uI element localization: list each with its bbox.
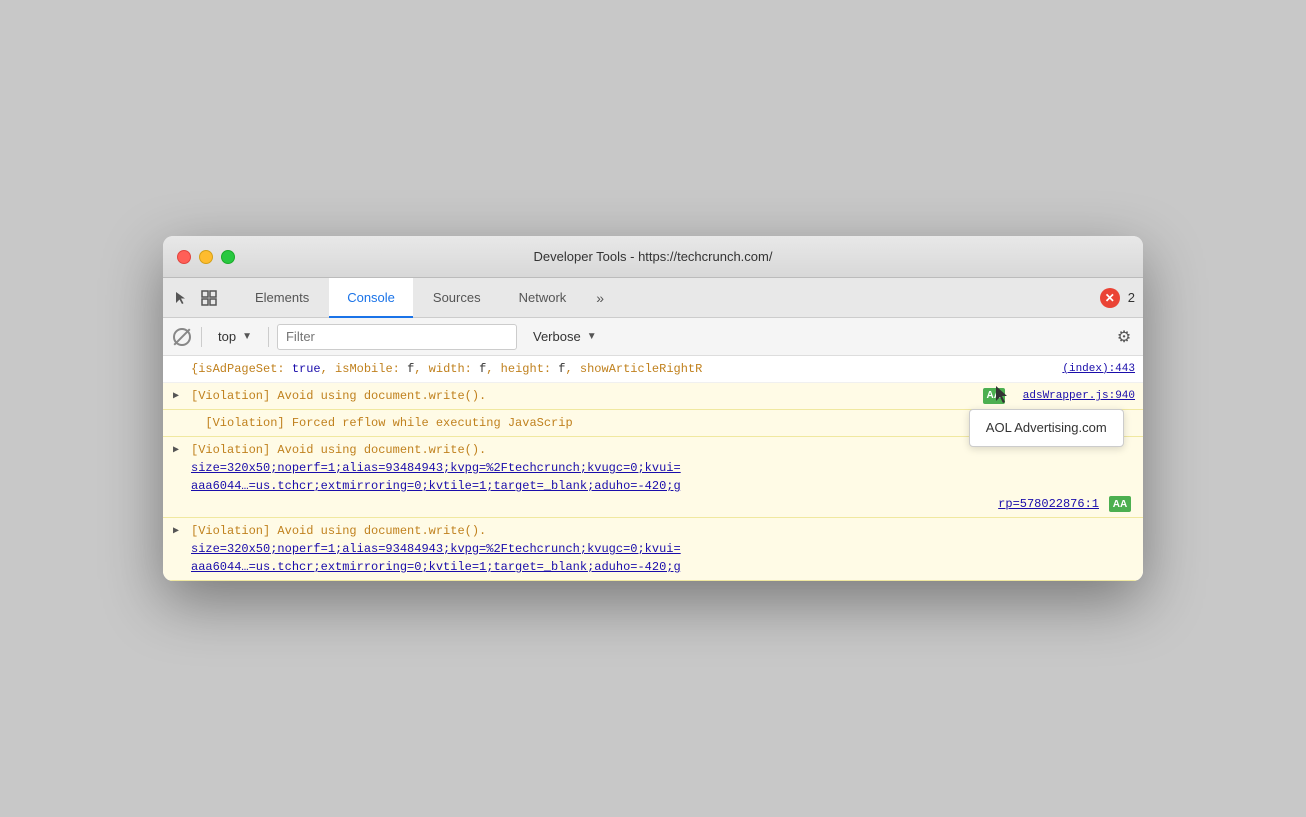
close-button[interactable]: [177, 250, 191, 264]
source-area: AA AOL Advertising.com adsWrapper.js:940: [979, 387, 1135, 405]
ban-icon: [173, 328, 191, 346]
source-ref-link[interactable]: rp=578022876:1: [998, 495, 1099, 513]
toolbar-icons: [171, 278, 219, 317]
window-title: Developer Tools - https://techcrunch.com…: [534, 249, 773, 264]
console-line-violation-3: ▶ [Violation] Avoid using document.write…: [163, 518, 1143, 581]
aa-badge-2[interactable]: AA: [1109, 496, 1131, 512]
context-dropdown-arrow: ▼: [242, 331, 252, 342]
tab-console[interactable]: Console: [329, 278, 413, 318]
inspect-icon[interactable]: [199, 288, 219, 308]
sub-line-link-2[interactable]: aaa6044…=us.tchcr;extmirroring=0;kvtile=…: [191, 479, 681, 493]
devtools-window: Developer Tools - https://techcrunch.com…: [163, 236, 1143, 581]
source-ref-line: rp=578022876:1 AA: [191, 495, 1135, 513]
tab-bar-right: ✕ 2: [1100, 278, 1135, 317]
minimize-button[interactable]: [199, 250, 213, 264]
tab-bar: Elements Console Sources Network » ✕ 2: [163, 278, 1143, 318]
tab-elements[interactable]: Elements: [237, 278, 327, 318]
toolbar-divider: [201, 327, 202, 347]
error-count: 2: [1128, 290, 1135, 305]
more-tabs-button[interactable]: »: [586, 278, 614, 317]
title-bar: Developer Tools - https://techcrunch.com…: [163, 236, 1143, 278]
tab-sources[interactable]: Sources: [415, 278, 499, 318]
console-line-violation-2: ▶ [Violation] Avoid using document.write…: [163, 437, 1143, 518]
cursor-icon[interactable]: [171, 288, 191, 308]
toggle-arrow-2[interactable]: ▶: [173, 443, 179, 458]
verbose-dropdown-arrow: ▼: [587, 331, 597, 342]
maximize-button[interactable]: [221, 250, 235, 264]
cursor-overlay: [993, 385, 1009, 405]
sub-line-1: size=320x50;noperf=1;alias=93484943;kvpg…: [191, 459, 1135, 477]
settings-button[interactable]: ⚙: [1113, 326, 1135, 348]
verbose-selector[interactable]: Verbose ▼: [525, 325, 605, 348]
console-text: [Violation] Avoid using document.write()…: [191, 387, 979, 405]
error-close-icon[interactable]: ✕: [1100, 288, 1120, 308]
source-link[interactable]: adsWrapper.js:940: [1013, 388, 1135, 405]
line-wrapper: {isAdPageSet: true, isMobile: f, width: …: [191, 360, 1135, 378]
console-text-3: [Violation] Avoid using document.write()…: [191, 522, 486, 540]
tab-network[interactable]: Network: [501, 278, 585, 318]
sub-line-link[interactable]: size=320x50;noperf=1;alias=93484943;kvpg…: [191, 461, 681, 475]
filter-input[interactable]: [277, 324, 517, 350]
sub-line-3: size=320x50;noperf=1;alias=93484943;kvpg…: [191, 540, 1135, 558]
line-wrapper-3: [Violation] Avoid using document.write()…: [191, 522, 1135, 540]
sub-line-link-4[interactable]: aaa6044…=us.tchcr;extmirroring=0;kvtile=…: [191, 560, 681, 574]
context-selector[interactable]: top ▼: [210, 325, 260, 348]
multi-line-block: [Violation] Avoid using document.write()…: [191, 441, 1135, 513]
clear-console-button[interactable]: [171, 326, 193, 348]
console-text: [Violation] Avoid using document.write()…: [191, 441, 486, 459]
toggle-arrow[interactable]: ▶: [173, 389, 179, 404]
line-source[interactable]: (index):443: [1052, 361, 1135, 378]
toggle-arrow-3[interactable]: ▶: [173, 524, 179, 539]
console-text: {isAdPageSet: true, isMobile: f, width: …: [191, 360, 1052, 378]
console-output: {isAdPageSet: true, isMobile: f, width: …: [163, 356, 1143, 581]
sub-line-link-3[interactable]: size=320x50;noperf=1;alias=93484943;kvpg…: [191, 542, 681, 556]
console-toolbar: top ▼ Verbose ▼ ⚙: [163, 318, 1143, 356]
toolbar-divider-2: [268, 327, 269, 347]
aa-badge-wrapper: AA AOL Advertising.com: [979, 387, 1009, 405]
sub-line-4: aaa6044…=us.tchcr;extmirroring=0;kvtile=…: [191, 558, 1135, 576]
line-wrapper: [Violation] Avoid using document.write()…: [191, 387, 1135, 405]
console-line-violation-1: ▶ [Violation] Avoid using document.write…: [163, 383, 1143, 410]
multi-line-block-2: [Violation] Avoid using document.write()…: [191, 522, 1135, 576]
sub-line-2: aaa6044…=us.tchcr;extmirroring=0;kvtile=…: [191, 477, 1135, 495]
console-line: {isAdPageSet: true, isMobile: f, width: …: [163, 356, 1143, 383]
traffic-lights: [177, 250, 235, 264]
tooltip: AOL Advertising.com: [969, 409, 1124, 447]
